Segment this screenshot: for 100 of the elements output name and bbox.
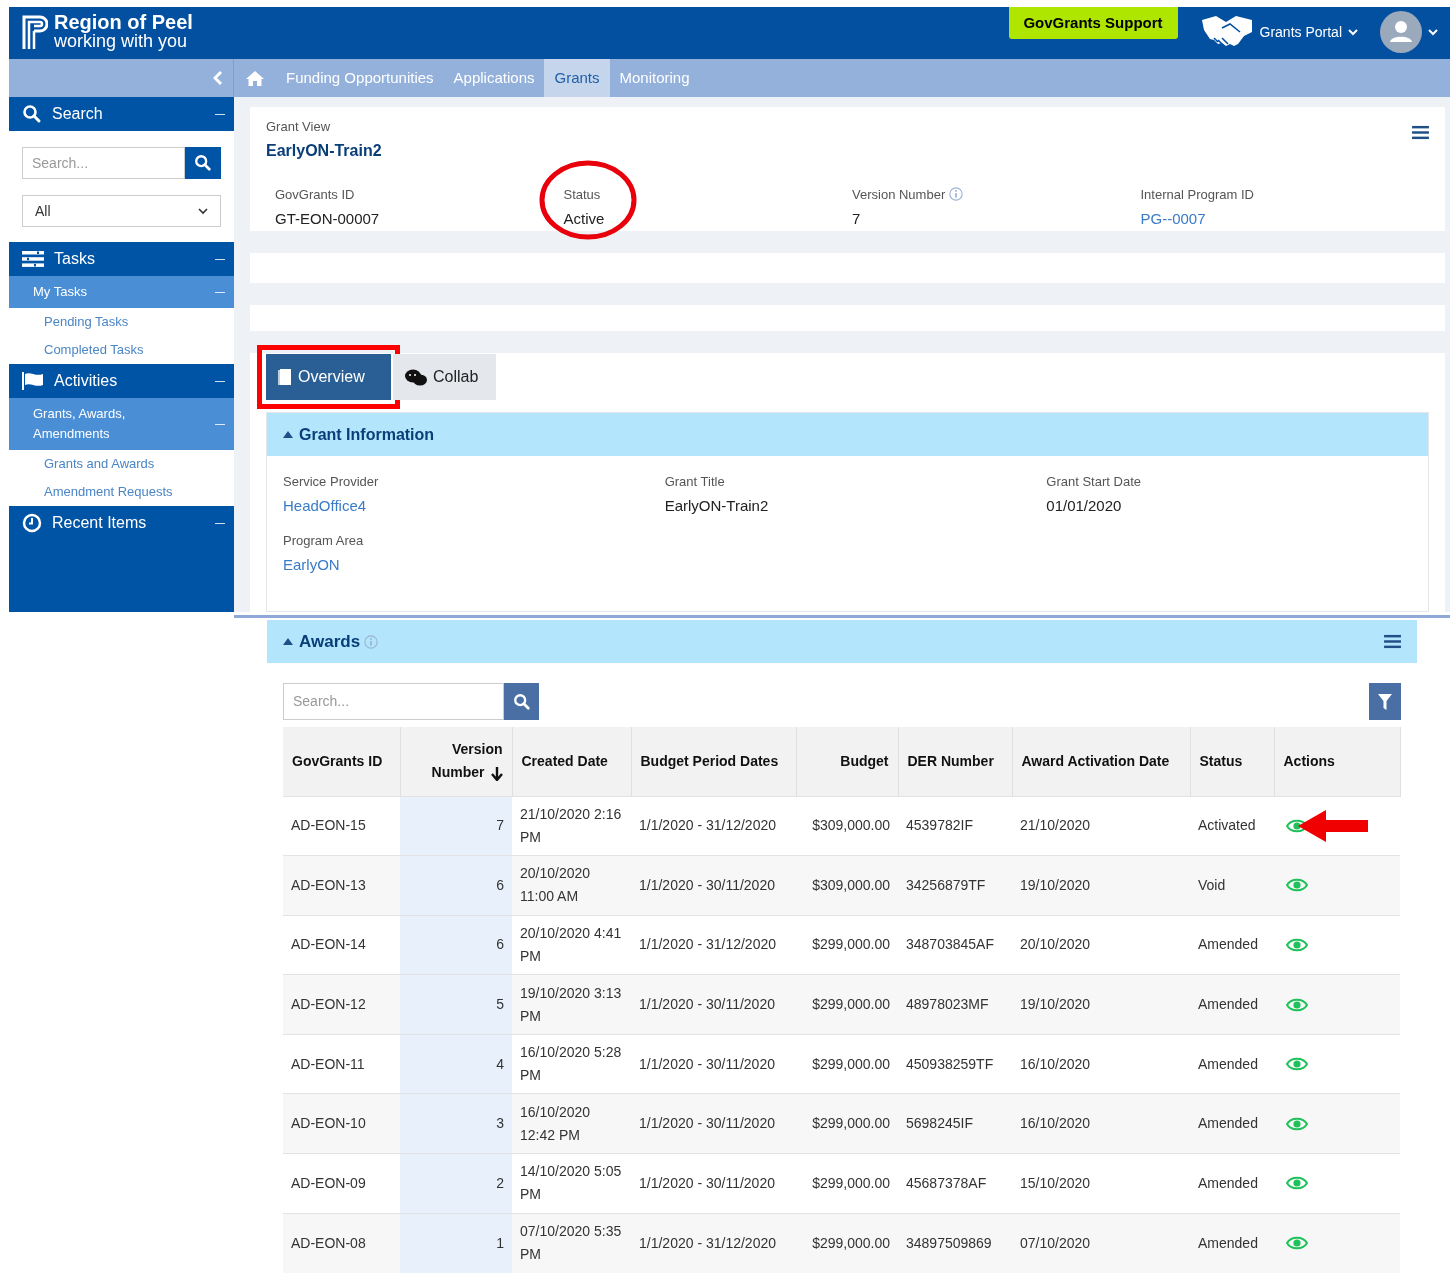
table-cell: 45687378AF (898, 1153, 1012, 1214)
table-cell: 1/1/2020 - 30/11/2020 (631, 1093, 796, 1154)
table-cell: 16/10/2020 12:42 PM (512, 1093, 631, 1154)
table-cell: 1/1/2020 - 30/11/2020 (631, 1034, 796, 1094)
table-cell: Void (1190, 855, 1274, 916)
table-cell: AD-EON-08 (283, 1213, 400, 1273)
table-cell: 1/1/2020 - 30/11/2020 (631, 855, 796, 916)
table-cell: 20/10/2020 (1012, 915, 1190, 975)
table-cell: 19/10/2020 (1012, 855, 1190, 916)
table-cell: 07/10/2020 (1012, 1213, 1190, 1273)
field-value: 01/01/2020 (1046, 495, 1123, 516)
chevron-down-icon (198, 207, 208, 215)
field-value: 7 (852, 209, 862, 229)
field-link[interactable]: HeadOffice4 (283, 494, 665, 517)
eye-icon[interactable] (1286, 1176, 1308, 1191)
table-cell: $299,000.00 (796, 1093, 898, 1154)
table-cell: 21/10/2020 (1012, 796, 1190, 856)
avatar-icon[interactable] (1380, 11, 1422, 53)
section-title: Awards (299, 630, 361, 653)
field-label: Service Provider (283, 473, 380, 491)
table-cell: 4539782IF (898, 796, 1012, 856)
support-button[interactable]: GovGrants Support (1008, 7, 1178, 39)
table-cell: Amended (1190, 915, 1274, 975)
field-label: Program Area (283, 532, 365, 550)
grant-title: EarlyON-Train2 (266, 140, 382, 161)
flag-icon (22, 372, 44, 390)
field-link[interactable]: PG--0007 (1140, 208, 1429, 231)
chevron-down-icon (1348, 28, 1358, 36)
filter-dropdown[interactable]: All (22, 195, 221, 227)
table-cell: 48978023MF (898, 974, 1012, 1035)
table-cell: 34897509869 (898, 1213, 1012, 1273)
table-cell: AD-EON-10 (283, 1093, 400, 1154)
table-cell: 19/10/2020 3:13 PM (512, 974, 631, 1035)
filter-icon (1378, 693, 1392, 710)
table-cell: 19/10/2020 (1012, 974, 1190, 1035)
chevron-down-icon[interactable] (1428, 28, 1438, 36)
table-cell: 16/10/2020 (1012, 1034, 1190, 1094)
menu-icon[interactable] (1412, 125, 1429, 140)
table-cell: Amended (1190, 1093, 1274, 1154)
table-cell: $309,000.00 (796, 796, 898, 856)
search-field[interactable]: Search... (283, 683, 504, 720)
sidebar-link[interactable]: Pending Tasks (9, 308, 234, 336)
sidebar-link[interactable]: Amendment Requests (9, 478, 234, 506)
table-cell: 1/1/2020 - 31/12/2020 (631, 1213, 796, 1273)
table-cell: 1/1/2020 - 31/12/2020 (631, 796, 796, 856)
table-cell: 348703845AF (898, 915, 1012, 975)
table-cell: 6 (400, 915, 512, 975)
search-icon (22, 104, 42, 124)
field-link[interactable]: EarlyON (283, 553, 665, 576)
table-cell: AD-EON-14 (283, 915, 400, 975)
field-label: GovGrants ID (275, 185, 355, 204)
chat-icon (405, 368, 427, 386)
table-cell: 16/10/2020 (1012, 1093, 1190, 1154)
table-cell: 14/10/2020 5:05 PM (512, 1153, 631, 1214)
table-cell: 1 (400, 1213, 512, 1273)
table-cell: 1/1/2020 - 30/11/2020 (631, 1153, 796, 1214)
table-cell: Amended (1190, 1213, 1274, 1273)
field-label: Grant Start Date (1046, 473, 1142, 491)
table-cell: 07/10/2020 5:35 PM (512, 1213, 631, 1273)
field-value: GT-EON-00007 (275, 209, 381, 229)
table-cell: $299,000.00 (796, 915, 898, 975)
table-cell: 16/10/2020 5:28 PM (512, 1034, 631, 1094)
portal-menu[interactable]: Grants Portal (1199, 14, 1358, 50)
card-label: Grant View (266, 118, 332, 136)
table-cell: 3 (400, 1093, 512, 1154)
table-cell: 5698245IF (898, 1093, 1012, 1154)
sort-arrow-icon (490, 766, 503, 781)
field-value: Active (563, 209, 606, 229)
sidebar-link[interactable]: Grants and Awards (9, 450, 234, 478)
table-cell: 450938259TF (898, 1034, 1012, 1094)
menu-icon[interactable] (1384, 634, 1401, 649)
table-cell: AD-EON-12 (283, 974, 400, 1035)
tab[interactable]: Collab (393, 354, 496, 400)
logo-icon (22, 15, 48, 49)
filter-button[interactable] (1369, 683, 1401, 720)
table-cell: Amended (1190, 1034, 1274, 1094)
table-cell: 7 (400, 796, 512, 856)
table-cell: $299,000.00 (796, 1213, 898, 1273)
nav-tab[interactable]: Grants (544, 59, 610, 97)
eye-icon[interactable] (1286, 1057, 1308, 1072)
table-cell: 2 (400, 1153, 512, 1214)
clock-icon (22, 513, 42, 533)
field-label: Grant Title (664, 473, 726, 491)
table-cell: $299,000.00 (796, 1034, 898, 1094)
table-cell: 15/10/2020 (1012, 1153, 1190, 1214)
table-cell: Activated (1190, 796, 1274, 856)
search-icon (512, 692, 531, 711)
table-cell: AD-EON-09 (283, 1153, 400, 1214)
table-cell: 1/1/2020 - 30/11/2020 (631, 974, 796, 1035)
search-button[interactable] (185, 147, 221, 179)
sidebar-link[interactable]: Completed Tasks (9, 336, 234, 364)
table-cell: 20/10/2020 11:00 AM (512, 855, 631, 916)
tab[interactable]: Overview (266, 354, 391, 400)
search-button[interactable] (504, 683, 539, 720)
table-cell: 6 (400, 855, 512, 916)
search-field[interactable]: Search... (22, 147, 185, 179)
table-cell: $299,000.00 (796, 1153, 898, 1214)
eye-icon[interactable] (1286, 938, 1308, 952)
table-cell: 1/1/2020 - 31/12/2020 (631, 915, 796, 975)
section-title: Grant Information (299, 424, 435, 445)
